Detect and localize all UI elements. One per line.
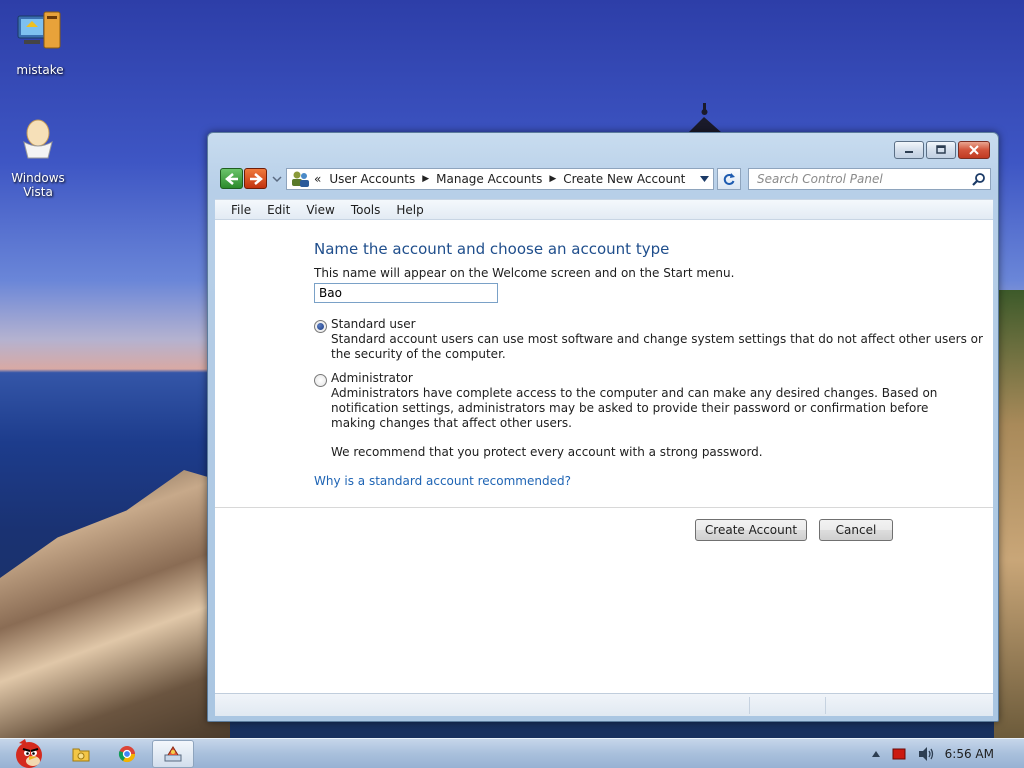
close-icon	[969, 145, 979, 155]
control-panel-icon	[164, 746, 182, 762]
egg-cup-icon	[23, 119, 53, 159]
chrome-icon	[118, 746, 136, 763]
volume-icon[interactable]	[917, 746, 935, 762]
start-button[interactable]	[4, 739, 50, 768]
desktop-icon-label: mistake	[16, 63, 64, 77]
status-bar-separator	[749, 697, 750, 714]
menu-bar: File Edit View Tools Help	[215, 199, 993, 220]
taskbar-control-panel[interactable]	[152, 740, 194, 768]
account-name-input[interactable]	[314, 283, 498, 303]
taskbar: 6:56 AM	[0, 738, 1024, 768]
password-recommendation: We recommend that you protect every acco…	[331, 445, 763, 459]
action-center-flag-icon[interactable]	[891, 747, 907, 761]
breadcrumb-manage-accounts[interactable]: Manage Accounts	[432, 172, 546, 186]
breadcrumb-separator-icon[interactable]: ▶	[419, 174, 432, 184]
navigation-bar: « User Accounts ▶ Manage Accounts ▶ Crea…	[220, 166, 992, 192]
search-placeholder: Search Control Panel	[757, 172, 883, 186]
computer-icon	[17, 11, 61, 49]
forward-button[interactable]	[244, 168, 267, 189]
folder-icon	[72, 748, 90, 762]
angry-bird-start-icon	[16, 739, 42, 768]
system-tray: 6:56 AM	[871, 739, 1024, 768]
close-button[interactable]	[958, 141, 990, 159]
minimize-button[interactable]	[894, 141, 924, 159]
description-line: Standard account users can use most soft…	[331, 332, 983, 346]
description-line: notification settings, administrators ma…	[331, 401, 929, 415]
recent-pages-dropdown-icon[interactable]	[272, 174, 282, 184]
description-line: Administrators have complete access to t…	[331, 386, 938, 400]
breadcrumb-separator-icon[interactable]: ▶	[546, 174, 559, 184]
address-bar[interactable]: « User Accounts ▶ Manage Accounts ▶ Crea…	[286, 168, 714, 190]
divider	[215, 507, 993, 508]
menu-help[interactable]: Help	[390, 203, 429, 217]
status-bar-separator	[825, 697, 826, 714]
standard-user-label[interactable]: Standard user	[331, 317, 416, 331]
search-input[interactable]: Search Control Panel	[748, 168, 991, 190]
menu-file[interactable]: File	[225, 203, 257, 217]
taskbar-explorer[interactable]	[66, 740, 96, 768]
page-title: Name the account and choose an account t…	[314, 240, 670, 258]
standard-user-description: Standard account users can use most soft…	[331, 332, 983, 362]
menu-tools[interactable]: Tools	[345, 203, 387, 217]
menu-edit[interactable]: Edit	[261, 203, 296, 217]
forward-arrow-icon	[249, 172, 263, 185]
rocks-scenery	[0, 470, 230, 738]
description-line: making changes that affect other users.	[331, 416, 572, 430]
refresh-icon	[723, 173, 735, 185]
desktop-icon-label-line1: Windows	[11, 171, 65, 185]
taskbar-chrome[interactable]	[112, 740, 142, 768]
maximize-icon	[936, 145, 946, 154]
desktop-icon-mistake[interactable]: mistake	[2, 8, 78, 77]
desktop-icon-label-line2: Vista	[23, 185, 53, 199]
control-panel-users-icon	[292, 171, 309, 187]
back-arrow-icon	[224, 172, 238, 185]
status-bar	[215, 693, 993, 716]
content-pane: Name the account and choose an account t…	[215, 220, 993, 693]
breadcrumb-overflow[interactable]: «	[310, 172, 325, 186]
desktop-icon-windows-vista[interactable]: Windows Vista	[0, 116, 76, 199]
cancel-button[interactable]: Cancel	[819, 519, 893, 541]
back-button[interactable]	[220, 168, 243, 189]
administrator-radio[interactable]	[314, 374, 327, 387]
create-account-window: « User Accounts ▶ Manage Accounts ▶ Crea…	[207, 132, 999, 722]
administrator-label[interactable]: Administrator	[331, 371, 413, 385]
clock[interactable]: 6:56 AM	[945, 747, 994, 761]
minimize-icon	[905, 151, 913, 153]
window-controls	[894, 141, 990, 159]
chevron-down-icon	[699, 176, 709, 182]
show-hidden-icons-icon[interactable]	[871, 750, 881, 758]
refresh-button[interactable]	[717, 168, 741, 190]
breadcrumb-user-accounts[interactable]: User Accounts	[325, 172, 419, 186]
standard-user-radio[interactable]	[314, 320, 327, 333]
administrator-description: Administrators have complete access to t…	[331, 386, 937, 431]
name-field-description: This name will appear on the Welcome scr…	[314, 266, 735, 280]
create-account-button[interactable]: Create Account	[695, 519, 807, 541]
menu-view[interactable]: View	[300, 203, 340, 217]
address-history-dropdown[interactable]	[695, 169, 713, 189]
maximize-button[interactable]	[926, 141, 956, 159]
description-line: the security of the computer.	[331, 347, 506, 361]
search-icon[interactable]	[972, 172, 986, 186]
lighthouse-silhouette	[688, 103, 722, 133]
breadcrumb-create-new-account[interactable]: Create New Account	[559, 172, 689, 186]
why-standard-account-link[interactable]: Why is a standard account recommended?	[314, 474, 571, 488]
